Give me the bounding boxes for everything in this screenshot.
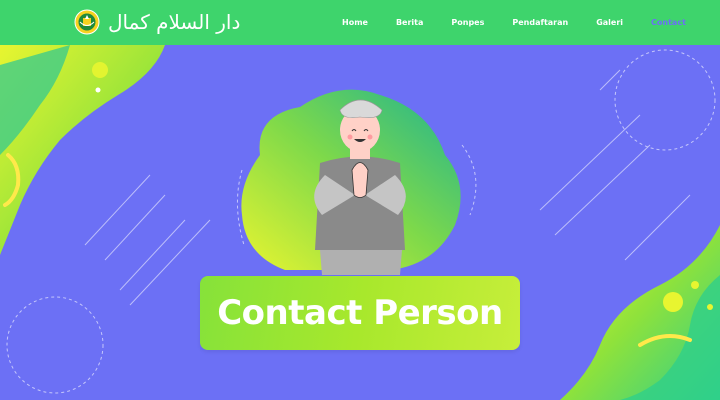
school-emblem-icon	[74, 9, 100, 35]
nav-home[interactable]: Home	[342, 18, 368, 27]
nav-ponpes[interactable]: Ponpes	[451, 18, 484, 27]
greeting-man-illustration	[236, 89, 477, 275]
nav-berita[interactable]: Berita	[396, 18, 423, 27]
site-logo[interactable]: دار السلام كمال	[74, 9, 240, 35]
contact-person-button[interactable]: Contact Person	[200, 276, 520, 350]
main-nav: Home Berita Ponpes Pendaftaran Galeri Co…	[330, 0, 714, 45]
nav-contact[interactable]: Contact	[651, 18, 686, 27]
top-left-blob	[0, 45, 165, 255]
nav-galeri[interactable]: Galeri	[596, 18, 623, 27]
nav-pendaftaran[interactable]: Pendaftaran	[512, 18, 568, 27]
bottom-right-blob	[560, 225, 720, 400]
navbar: دار السلام كمال Home Berita Ponpes Penda…	[0, 0, 720, 45]
contact-person-label: Contact Person	[217, 293, 503, 333]
logo-text: دار السلام كمال	[108, 10, 241, 34]
